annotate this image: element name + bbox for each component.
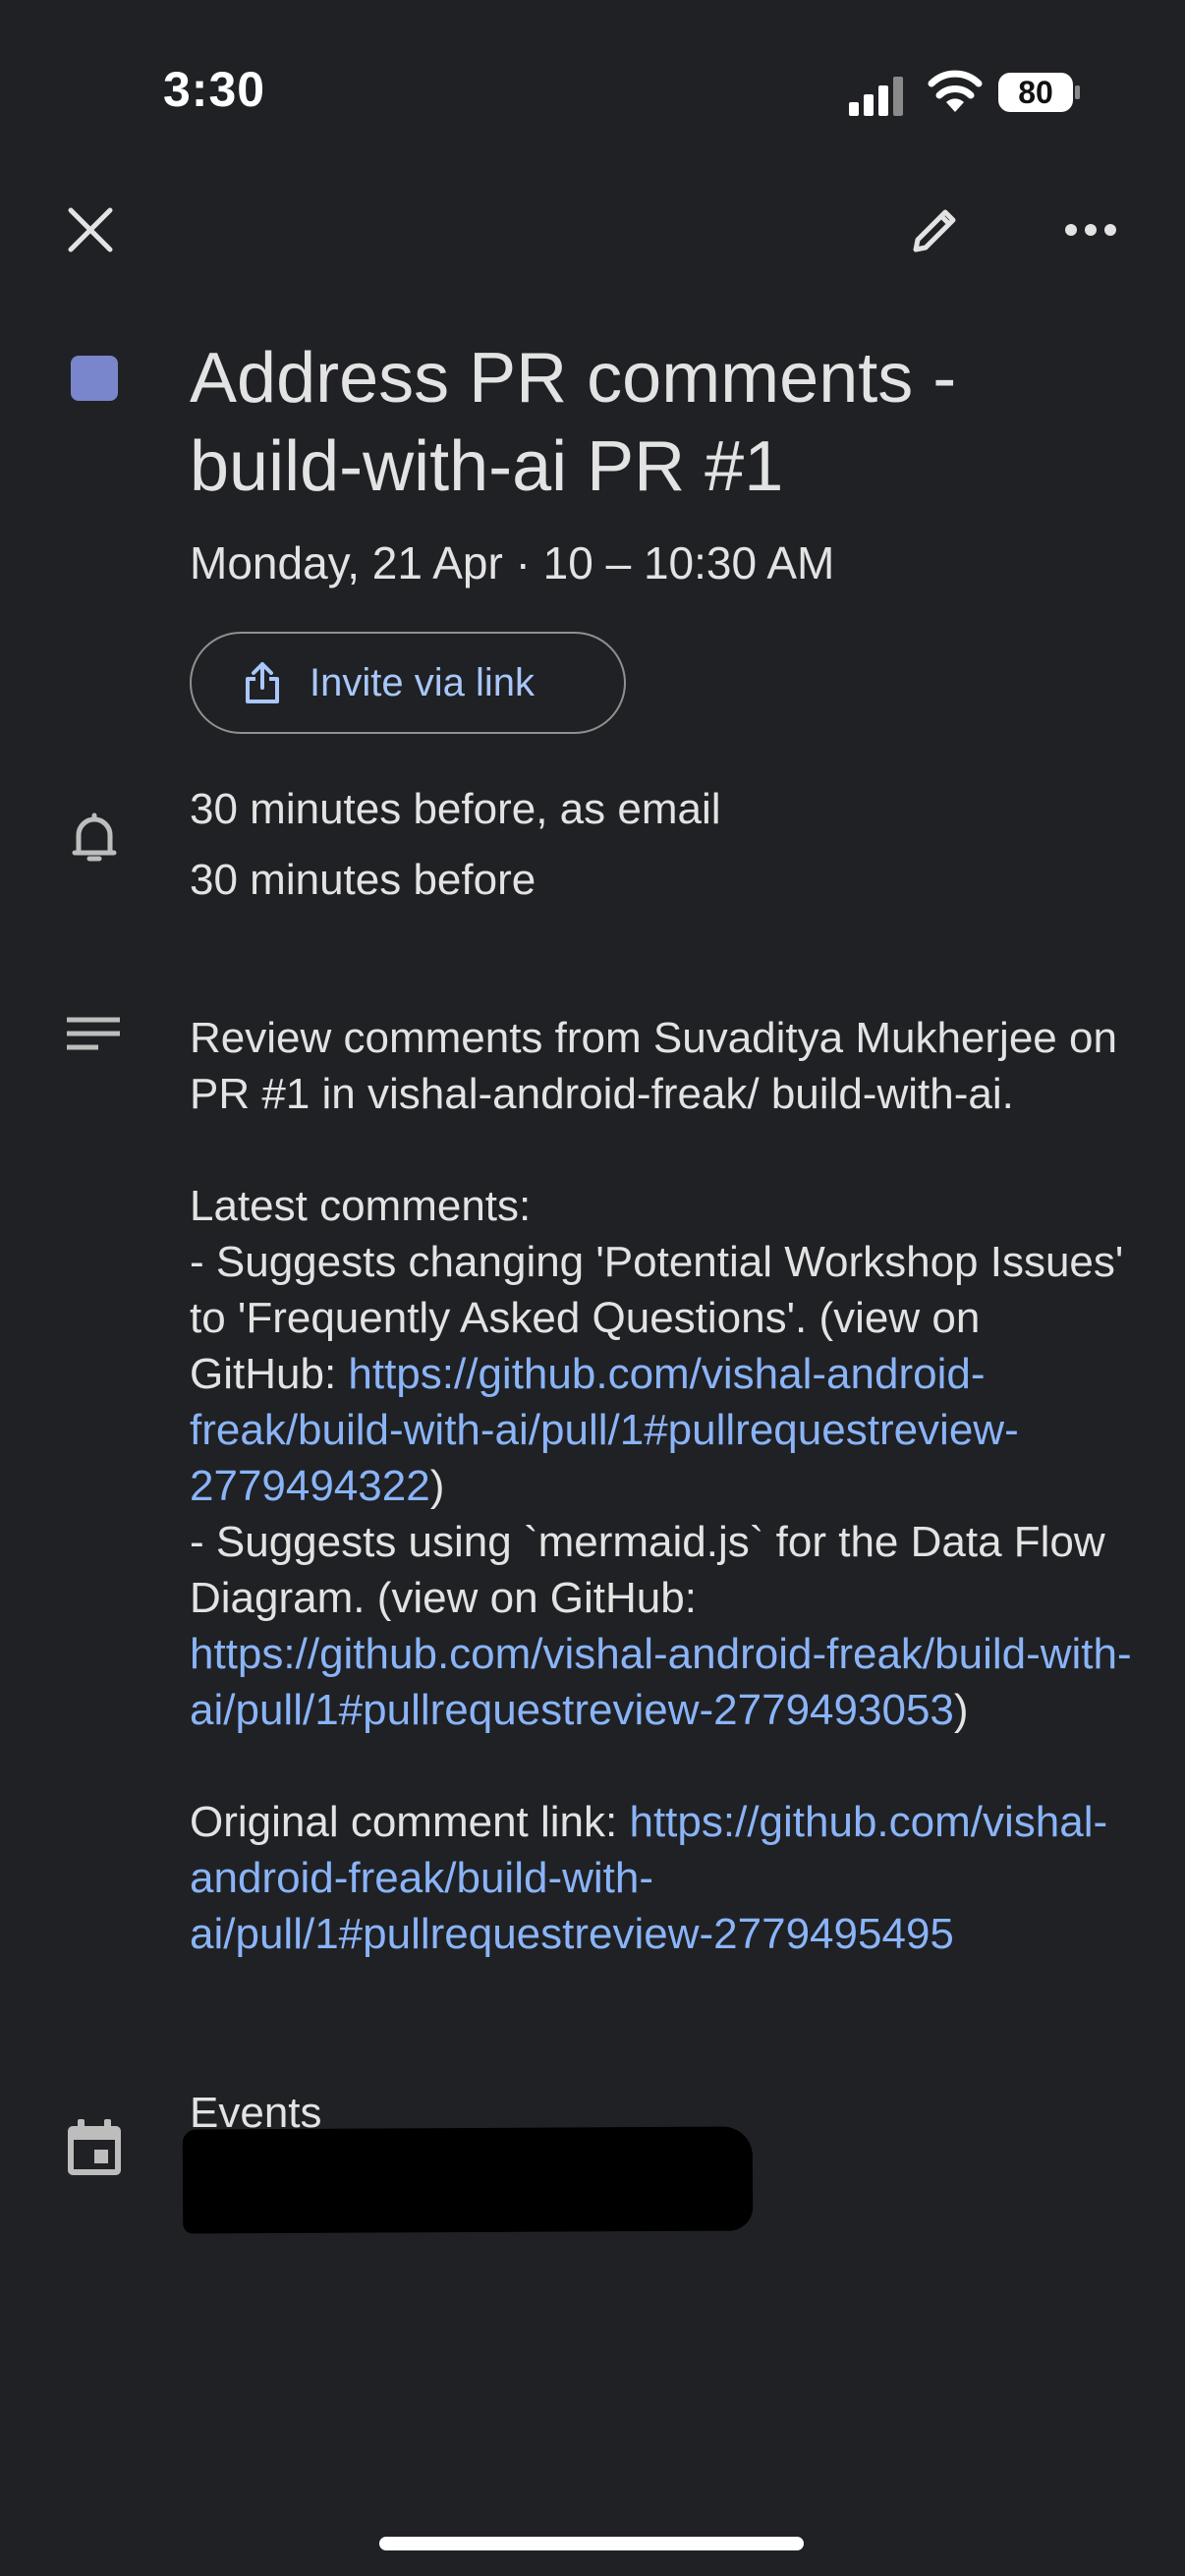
close-paren: ) — [953, 1686, 969, 1734]
comment-item: - Suggests using `mermaid.js` for the Da… — [190, 1514, 1133, 1738]
home-indicator[interactable] — [379, 2537, 804, 2550]
reminders-list: 30 minutes before, as email 30 minutes b… — [190, 774, 721, 916]
battery-level: 80 — [1018, 75, 1053, 110]
share-icon — [246, 662, 279, 703]
comment-item: - Suggests changing 'Potential Workshop … — [190, 1234, 1133, 1514]
event-title: Address PR comments - build-with-ai PR #… — [190, 339, 957, 506]
invite-via-link-label: Invite via link — [310, 660, 535, 704]
reminder-item[interactable]: 30 minutes before — [190, 845, 721, 916]
original-comment-label: Original comment link: — [190, 1798, 630, 1846]
event-description: Review comments from Suvaditya Mukherjee… — [190, 1010, 1133, 1962]
event-datetime: Monday, 21 Apr · 10 – 10:30 AM — [190, 537, 835, 588]
more-options-button[interactable] — [1051, 191, 1130, 269]
bell-icon — [72, 812, 117, 862]
comment-text: - Suggests using `mermaid.js` for the Da… — [190, 1518, 1105, 1622]
close-icon — [68, 207, 113, 252]
redacted-calendar-account — [182, 2126, 754, 2234]
battery-icon: 80 — [998, 73, 1081, 112]
reminder-item[interactable]: 30 minutes before, as email — [190, 774, 721, 845]
original-comment: Original comment link: https://github.co… — [190, 1794, 1133, 1962]
github-link[interactable]: https://github.com/vishal-android-freak/… — [190, 1630, 1132, 1734]
close-paren: ) — [429, 1462, 445, 1510]
calendar-icon — [68, 2119, 121, 2175]
description-intro: Review comments from Suvaditya Mukherjee… — [190, 1014, 1117, 1118]
wifi-icon — [928, 70, 983, 112]
close-button[interactable] — [51, 191, 130, 269]
edit-button[interactable] — [896, 191, 975, 269]
invite-via-link-button[interactable]: Invite via link — [190, 632, 626, 734]
event-color-chip — [71, 356, 118, 401]
status-time: 3:30 — [163, 62, 266, 117]
edit-pencil-icon — [913, 209, 956, 252]
latest-comments-heading: Latest comments: — [190, 1182, 532, 1230]
more-horizontal-icon — [1065, 224, 1116, 236]
notes-icon — [67, 1017, 120, 1050]
signal-icon — [849, 77, 903, 116]
